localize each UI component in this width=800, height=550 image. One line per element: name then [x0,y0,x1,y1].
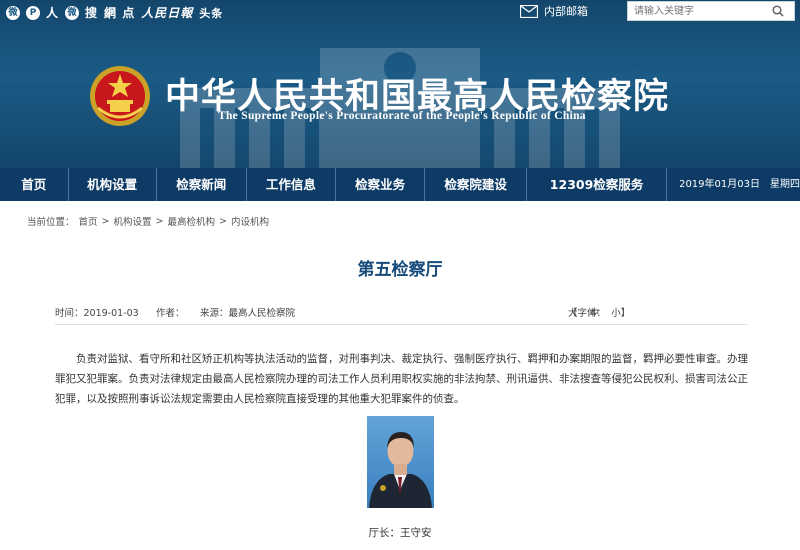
nav-item-news[interactable]: 检察新闻 [157,168,247,201]
breadcrumb-separator: > [155,215,164,227]
share-label-ren[interactable]: 人 [46,4,59,21]
nav-item-organization[interactable]: 机构设置 [69,168,157,201]
main-nav: 首页 机构设置 检察新闻 工作信息 检察业务 检察院建设 12309检察服务 2… [0,168,800,201]
director-photo [367,416,434,508]
wechat-icon[interactable]: 微 [65,5,80,20]
share-label-sou[interactable]: 搜 [85,4,98,21]
nav-item-home[interactable]: 首页 [0,168,69,201]
mail-label: 内部邮箱 [544,5,588,18]
current-date: 2019年01月03日 星期四 [679,179,800,190]
top-bar: 微 P 人 微 搜 網 点 人民日報 头条 内部邮箱 [0,0,800,24]
portrait-illustration [369,432,432,508]
nav-item-business[interactable]: 检察业务 [336,168,426,201]
font-size-prefix: 【字体： [568,308,607,319]
nav-item-work-info[interactable]: 工作信息 [247,168,336,201]
breadcrumb-home[interactable]: 首页 [79,214,98,228]
procuratorate-emblem-icon[interactable] [88,64,152,128]
breadcrumb-prefix: 当前位置： [27,217,75,228]
nav-item-construction[interactable]: 检察院建设 [425,168,528,201]
search-icon[interactable] [768,2,788,20]
breadcrumb-spp-organs[interactable]: 最高检机构 [167,214,215,228]
share-label-people-daily[interactable]: 人民日報 [141,4,193,21]
search-input[interactable] [628,2,768,20]
people-icon[interactable]: P [26,5,40,20]
breadcrumb: 当前位置： 首页 > 机构设置 > 最高检机构 > 内设机构 [27,214,269,229]
font-size-suffix: 】 [620,308,631,319]
site-banner: 微 P 人 微 搜 網 点 人民日報 头条 内部邮箱 请输入关键字 中华人民共和… [0,0,800,168]
nav-item-12309-service[interactable]: 12309检察服务 [527,168,668,201]
share-label-netease[interactable]: 網 点 [104,4,135,21]
photo-caption: 厅长：王守安 [368,527,432,539]
breadcrumb-separator: > [219,215,227,227]
article-meta: 时间：2019-01-03 作者： 来源：最高人民检察院 【字体：大 中 小】 [55,305,748,325]
share-label-toutiao[interactable]: 头条 [199,5,223,21]
publish-time: 时间：2019-01-03 [55,308,139,319]
share-bar: 微 P 人 微 搜 網 点 人民日報 头条 [6,4,223,21]
article-title: 第五检察厅 [357,260,443,280]
author-label: 作者： [156,308,185,319]
source-label: 来源：最高人民检察院 [200,308,296,319]
breadcrumb-organization[interactable]: 机构设置 [114,214,152,228]
internal-mail-link[interactable]: 内部邮箱 [520,3,588,19]
article-body: 负责对监狱、看守所和社区矫正机构等执法活动的监督，对刑事判决、裁定执行、强制医疗… [55,353,748,405]
breadcrumb-internal-organs[interactable]: 内设机构 [231,214,269,228]
site-title-english: The Supreme People's Procuratorate of th… [218,110,586,122]
font-size-small[interactable]: 小 [611,308,621,319]
search-box [627,1,795,21]
font-size-switcher: 【字体：大 中 小】 [568,305,630,319]
mail-icon [520,4,538,18]
breadcrumb-separator: > [101,215,110,227]
weibo-icon[interactable]: 微 [6,5,20,20]
